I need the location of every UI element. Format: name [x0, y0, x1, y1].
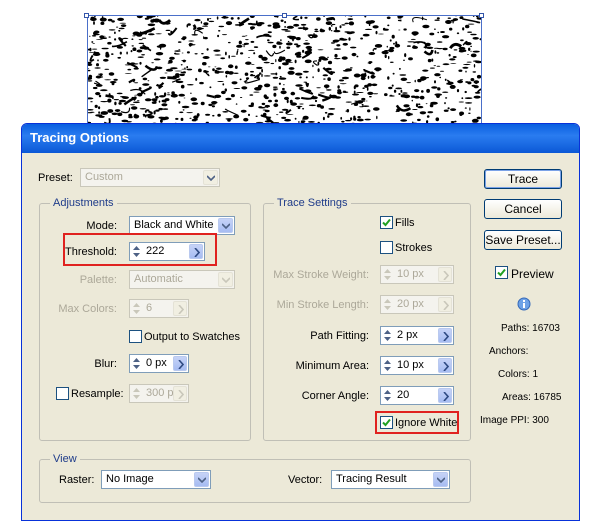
chevron-right-icon[interactable]	[173, 301, 187, 316]
corner-angle-stepper[interactable]: 20	[380, 386, 454, 405]
raster-value: No Image	[106, 473, 154, 485]
minimum-area-stepper[interactable]: 10 px	[380, 356, 454, 375]
view-title: View	[50, 453, 80, 465]
strokes-label: Strokes	[395, 242, 433, 254]
up-down-arrows-icon[interactable]	[382, 267, 393, 282]
chevron-right-icon[interactable]	[189, 244, 203, 259]
ignore-white-checkbox[interactable]	[380, 416, 393, 429]
path-fitting-value: 2 px	[397, 329, 418, 341]
adjustments-title: Adjustments	[50, 197, 117, 209]
strokes-checkbox[interactable]	[380, 241, 393, 254]
cancel-button[interactable]: Cancel	[484, 199, 562, 219]
areas-stat: Areas: 16785	[502, 392, 562, 403]
threshold-stepper[interactable]: 222	[129, 242, 205, 261]
minimum-area-label: Minimum Area:	[295, 360, 369, 372]
ignore-white-label: Ignore White	[395, 417, 458, 429]
blur-value: 0 px	[146, 357, 167, 369]
preview-label: Preview	[511, 267, 554, 281]
chevron-right-icon[interactable]	[173, 386, 187, 401]
max-colors-stepper[interactable]: 6	[129, 299, 189, 318]
min-stroke-length-value: 20 px	[397, 298, 424, 310]
info-icon	[517, 297, 531, 311]
vector-label: Vector:	[288, 474, 323, 486]
chevron-right-icon[interactable]	[438, 388, 452, 403]
output-to-swatches-checkbox[interactable]	[129, 330, 142, 343]
path-fitting-label: Path Fitting:	[310, 330, 369, 342]
mode-label: Mode:	[86, 220, 117, 232]
dialog-body: Preset: Custom Adjustments Mode: Black a…	[25, 153, 576, 519]
blur-stepper[interactable]: 0 px	[129, 354, 189, 373]
output-to-swatches-label: Output to Swatches	[144, 331, 240, 343]
resample-label: Resample:	[71, 388, 124, 400]
chevron-down-icon	[433, 472, 448, 487]
max-stroke-weight-value: 10 px	[397, 268, 424, 280]
trace-settings-title: Trace Settings	[274, 197, 351, 209]
threshold-value: 222	[146, 245, 165, 257]
preset-select[interactable]: Custom	[80, 168, 220, 187]
chevron-down-icon	[203, 170, 218, 185]
up-down-arrows-icon[interactable]	[382, 358, 393, 373]
threshold-label: Threshold:	[65, 246, 117, 258]
checkmark-icon	[382, 218, 391, 227]
palette-label: Palette:	[79, 274, 117, 286]
trace-settings-group: Trace Settings	[263, 197, 471, 441]
up-down-arrows-icon[interactable]	[131, 386, 142, 401]
fills-label: Fills	[395, 217, 415, 229]
chevron-right-icon[interactable]	[438, 328, 452, 343]
preset-value: Custom	[85, 171, 123, 183]
selection-bounding-box	[87, 15, 482, 125]
max-colors-label: Max Colors:	[58, 303, 117, 315]
chevron-right-icon[interactable]	[173, 356, 187, 371]
mode-value: Black and White	[134, 219, 214, 231]
minimum-area-value: 10 px	[397, 359, 424, 371]
up-down-arrows-icon[interactable]	[131, 356, 142, 371]
anchors-stat: Anchors:	[489, 346, 529, 357]
fills-checkbox[interactable]	[380, 216, 393, 229]
max-colors-value: 6	[146, 302, 153, 314]
raster-label: Raster:	[59, 474, 95, 486]
image-ppi-stat: Image PPI: 300	[480, 415, 549, 426]
up-down-arrows-icon[interactable]	[382, 328, 393, 343]
max-stroke-weight-label: Max Stroke Weight:	[273, 269, 369, 281]
raster-select[interactable]: No Image	[101, 470, 211, 489]
chevron-right-icon[interactable]	[438, 358, 452, 373]
chevron-right-icon[interactable]	[438, 267, 452, 282]
selection-handle-top-left[interactable]	[84, 13, 89, 18]
path-fitting-stepper[interactable]: 2 px	[380, 326, 454, 345]
max-stroke-weight-stepper[interactable]: 10 px	[380, 265, 454, 284]
colors-stat: Colors: 1	[498, 369, 539, 380]
palette-select[interactable]: Automatic	[129, 270, 235, 289]
resample-stepper[interactable]: 300 px	[129, 384, 189, 403]
chevron-right-icon[interactable]	[438, 297, 452, 312]
dialog-title-bar[interactable]: Tracing Options	[22, 124, 579, 153]
tracing-options-dialog: Tracing Options Preset: Custom Adjustmen…	[21, 123, 580, 521]
chevron-down-icon	[194, 472, 209, 487]
min-stroke-length-stepper[interactable]: 20 px	[380, 295, 454, 314]
vector-select[interactable]: Tracing Result	[331, 470, 450, 489]
up-down-arrows-icon[interactable]	[382, 388, 393, 403]
dialog-title: Tracing Options	[30, 130, 129, 145]
min-stroke-length-label: Min Stroke Length:	[276, 299, 369, 311]
checkmark-icon	[382, 418, 391, 427]
paths-stat: Paths: 16703	[501, 323, 560, 334]
trace-button[interactable]: Trace	[484, 169, 562, 189]
vector-value: Tracing Result	[336, 473, 407, 485]
save-preset-button[interactable]: Save Preset...	[484, 230, 562, 250]
up-down-arrows-icon[interactable]	[131, 301, 142, 316]
chevron-down-icon	[218, 218, 233, 233]
corner-angle-value: 20	[397, 389, 410, 401]
selection-handle-top-right[interactable]	[479, 13, 484, 18]
palette-value: Automatic	[134, 273, 183, 285]
traced-artwork	[87, 15, 482, 125]
checkmark-icon	[497, 268, 506, 277]
selection-handle-top-middle[interactable]	[282, 13, 287, 18]
up-down-arrows-icon[interactable]	[131, 244, 142, 259]
preset-label: Preset:	[38, 172, 73, 184]
corner-angle-label: Corner Angle:	[301, 390, 369, 402]
resample-checkbox[interactable]	[56, 387, 69, 400]
chevron-down-icon	[218, 272, 233, 287]
blur-label: Blur:	[94, 358, 117, 370]
up-down-arrows-icon[interactable]	[382, 297, 393, 312]
preview-checkbox[interactable]	[495, 266, 508, 279]
